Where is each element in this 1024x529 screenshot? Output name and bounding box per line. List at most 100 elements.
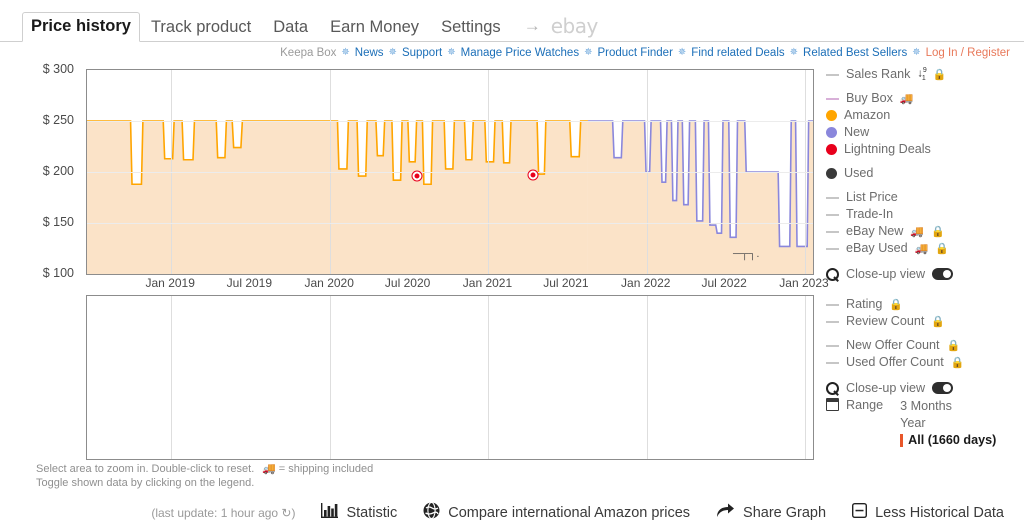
legend-spacer [826,330,1024,337]
legend-item-label: Amazon [844,108,891,122]
grid-line-vertical [805,296,806,459]
range-option-3-months[interactable]: 3 Months [900,398,996,415]
shipping-note: 🚚 = shipping included [262,462,373,475]
lock-icon[interactable]: 🔒 [947,339,961,352]
link-product-finder[interactable]: Product Finder [597,47,672,59]
legend-item-new[interactable]: New [826,124,1024,141]
legend-item-amazon[interactable]: Amazon [826,107,1024,124]
secondary-plot[interactable] [86,295,814,460]
legend-item-label: Buy Box [846,91,893,105]
compare-international-button[interactable]: Compare international Amazon prices [423,501,691,523]
legend-dash-icon [826,196,839,199]
link-separator-icon: ✵ [584,47,593,58]
lightning-deal-marker[interactable] [412,171,422,181]
link-separator-icon: ✵ [388,47,397,58]
link-separator-icon: ✵ [447,47,456,58]
tab-earn-money[interactable]: Earn Money [319,13,430,42]
range-option-year[interactable]: Year [900,415,996,432]
share-graph-button[interactable]: Share Graph [716,503,826,523]
tab-price-history[interactable]: Price history [22,12,140,42]
statistic-button[interactable]: Statistic [321,503,397,522]
x-axis-tick: Jan 2022 [621,276,671,290]
legend-item-label: Trade-In [846,207,894,221]
close-up-view-bottom[interactable]: Close-up view [826,378,1024,398]
close-up-view-toggle[interactable] [932,382,954,394]
link-news[interactable]: News [355,47,384,59]
legend-item-ebay-new[interactable]: eBay New 🚚 🔒 [826,223,1024,240]
legend-dash-icon [826,230,839,233]
tab-label: Price history [31,17,131,35]
legend-item-review-count[interactable]: Review Count 🔒 [826,313,1024,330]
link-bar: Keepa Box ✵ News ✵ Support ✵ Manage Pric… [0,43,1024,62]
tab-settings[interactable]: Settings [430,13,512,42]
legend-item-used[interactable]: Used [826,165,1024,182]
sort-descending-icon[interactable]: ↓91 [917,67,926,82]
range-option-all-1660-days[interactable]: All (1660 days) [900,432,996,449]
link-find-related-deals[interactable]: Find related Deals [691,47,784,59]
x-axis-tick: Jan 2021 [462,276,513,290]
chart-hints: Select area to zoom in. Double-click to … [36,462,254,490]
y-axis-tick: $ 200 [42,164,74,178]
legend-spacer [826,158,1024,165]
lightning-deal-marker[interactable] [528,170,538,180]
legend-item-lightning-deals[interactable]: Lightning Deals [826,141,1024,158]
magnifier-icon [826,381,839,395]
tab-data[interactable]: Data [262,13,319,42]
lock-icon[interactable]: 🔒 [951,356,965,369]
x-axis-labels: Jan 2019 Jul 2019 Jan 2020 Jul 2020 Jan 2021… [86,276,829,294]
x-axis-tick: Jul 2020 [384,276,431,290]
calendar-icon [826,398,839,411]
legend-dash-icon [826,97,839,100]
legend-dash-icon [826,73,839,76]
grid-line-vertical [646,296,648,459]
legend-item-trade-in[interactable]: Trade-In [826,206,1024,223]
legend-item-label: New Offer Count [846,338,940,352]
link-separator-icon: ✵ [341,47,350,58]
tab-track-product[interactable]: Track product [140,13,262,42]
legend-item-new-offer-count[interactable]: New Offer Count 🔒 [826,337,1024,354]
tab-ebay[interactable]: ebay [547,14,602,41]
legend-spacer [826,182,1024,189]
legend-item-buy-box[interactable]: Buy Box 🚚 [826,90,1024,107]
legend-spacer [826,371,1024,378]
hint-toggle: Toggle shown data by clicking on the leg… [36,477,255,489]
price-history-plot[interactable]: ─┬┐. [86,69,814,275]
link-separator-icon: ✵ [677,47,687,58]
last-update-label[interactable]: (last update: 1 hour ago ↻) [151,506,295,520]
close-up-view-toggle[interactable] [932,268,954,280]
legend-item-ebay-used[interactable]: eBay Used 🚚 🔒 [826,240,1024,257]
link-support[interactable]: Support [402,47,442,59]
shipping-note-label: = shipping included [278,463,374,475]
y-axis-tick: $ 250 [42,113,74,127]
lock-icon[interactable]: 🔒 [889,298,903,311]
lock-icon[interactable]: 🔒 [931,315,945,328]
less-data-label: Less Historical Data [875,504,1004,521]
lock-icon[interactable]: 🔒 [931,225,945,238]
link-log-in-register[interactable]: Log In / Register [926,47,1010,59]
legend-item-list-price[interactable]: List Price [826,189,1024,206]
lock-icon[interactable]: 🔒 [933,68,947,81]
link-related-best-sellers[interactable]: Related Best Sellers [803,47,907,59]
footer-bar: (last update: 1 hour ago ↻) Statistic Co… [0,496,1024,529]
grid-line-vertical [488,296,490,459]
legend-item-used-offer-count[interactable]: Used Offer Count 🔒 [826,354,1024,371]
close-up-view-top[interactable]: Close-up view [826,264,1024,284]
y-axis-tick: $ 100 [42,266,74,280]
legend-dash-icon [826,247,839,250]
legend-item-sales-rank[interactable]: Sales Rank ↓91 🔒 [826,66,1024,83]
compare-label: Compare international Amazon prices [448,504,691,521]
legend-item-label: Rating [846,297,883,311]
close-up-view-label: Close-up view [846,381,926,395]
less-historical-data-button[interactable]: Less Historical Data [852,502,1004,522]
lock-icon[interactable]: 🔒 [935,242,949,255]
grid-line-vertical [330,296,332,459]
legend-item-rating[interactable]: Rating 🔒 [826,296,1024,313]
used-offer-annotation: ─┬┐. [733,248,760,260]
x-axis-tick: Jul 2022 [701,276,747,290]
legend-item-label: Review Count [846,314,925,328]
x-axis-tick: Jan 2023 [779,276,829,290]
tab-bar: Price history Track product Data Earn Mo… [0,0,1024,42]
legend-dot-icon [826,168,837,179]
link-manage-price-watches[interactable]: Manage Price Watches [461,47,579,59]
legend-item-label: eBay Used [846,241,908,255]
